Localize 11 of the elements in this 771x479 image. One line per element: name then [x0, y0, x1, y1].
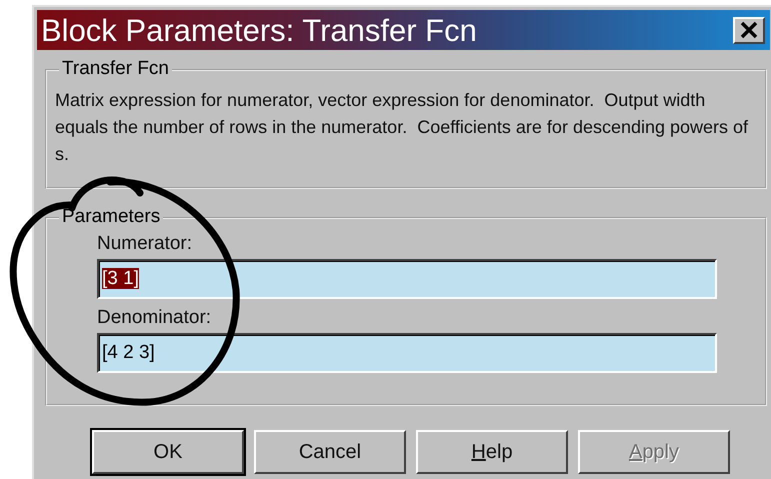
close-icon	[740, 21, 758, 39]
description-text: Matrix expression for numerator, vector expression for denominator. Output width equals the number of rows in the numerator. Coefficients are for descending powers of s.	[54, 89, 750, 166]
close-button[interactable]	[733, 16, 765, 44]
dialog-button[interactable]: Help	[416, 430, 568, 474]
dialog-button[interactable]: Cancel	[254, 430, 406, 474]
field-label: Numerator:	[97, 233, 194, 255]
window-title: Block Parameters: Transfer Fcn	[41, 14, 477, 46]
input-field[interactable]: [3 1]	[97, 259, 717, 299]
input-field[interactable]: [4 2 3]	[97, 333, 717, 373]
dialog-button[interactable]: OK	[92, 430, 244, 474]
field-label: Denominator:	[97, 307, 212, 329]
